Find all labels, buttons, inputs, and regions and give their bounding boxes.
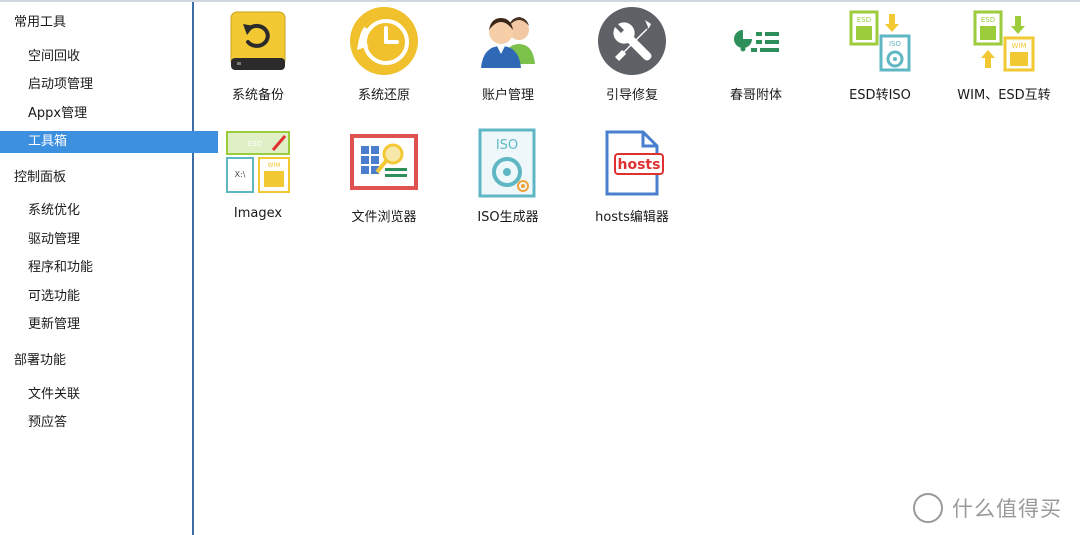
sidebar-item-pre-answer[interactable]: 预应答 [0, 412, 218, 434]
icon-wim-text: WIM [1011, 42, 1026, 50]
tool-hosts-editor[interactable]: hosts hosts编辑器 [568, 126, 696, 236]
icon-iso-text: ISO [889, 40, 902, 48]
tool-label: 账户管理 [481, 88, 534, 103]
file-browser-icon [349, 128, 419, 198]
sidebar-item-system-optimize[interactable]: 系统优化 [0, 200, 218, 222]
sidebar-item-driver-manager[interactable]: 驱动管理 [0, 229, 218, 251]
sidebar-group-common-tools[interactable]: 常用工具 [0, 12, 204, 34]
users-icon [473, 6, 543, 76]
tool-label: 春哥附体 [729, 88, 782, 103]
sidebar-item-programs-features[interactable]: 程序和功能 [0, 257, 218, 279]
sidebar-nav: 常用工具 空间回收 启动项管理 Appx管理 工具箱 控制面板 系统优化 驱动管… [0, 2, 218, 535]
sidebar-item-space-recycle[interactable]: 空间回收 [0, 46, 218, 68]
sidebar-item-update-manager[interactable]: 更新管理 [0, 314, 218, 336]
tool-label: hosts编辑器 [595, 210, 669, 225]
tool-wim-esd-convert[interactable]: ESD WIM WIM、ESD互转 [940, 4, 1068, 114]
hosts-editor-icon: hosts [597, 128, 667, 198]
toggle-list-icon [721, 6, 791, 76]
tool-label: 引导修复 [605, 88, 658, 103]
tool-iso-generator[interactable]: ISO ISO生成器 [444, 126, 572, 236]
sidebar-group-control-panel[interactable]: 控制面板 [0, 167, 204, 189]
sidebar-item-startup-manager[interactable]: 启动项管理 [0, 74, 218, 96]
tool-label: 系统备份 [231, 88, 284, 103]
clock-restore-icon [349, 6, 419, 76]
watermark: 什么值得买 [912, 490, 1062, 526]
watermark-text: 什么值得买 [952, 497, 1062, 521]
tool-label: ESD转ISO [849, 88, 911, 103]
tool-system-backup[interactable]: 系统备份 [194, 4, 322, 114]
icon-drive-text: X:\ [235, 170, 246, 179]
tool-label: 文件浏览器 [351, 210, 417, 225]
tool-account-manager[interactable]: 账户管理 [444, 4, 572, 114]
icon-wim-text: WIM [268, 162, 281, 169]
iso-generator-icon: ISO [473, 128, 543, 198]
esd-to-iso-icon: ESD ISO [845, 6, 915, 76]
tool-file-browser[interactable]: 文件浏览器 [320, 126, 448, 236]
sidebar-item-appx-manager[interactable]: Appx管理 [0, 103, 218, 125]
sidebar-item-file-association[interactable]: 文件关联 [0, 384, 218, 406]
tool-label: ISO生成器 [477, 210, 539, 225]
sidebar-item-toolbox[interactable]: 工具箱 [0, 131, 218, 153]
watermark-logo-icon [913, 493, 943, 523]
drive-backup-icon [223, 6, 293, 76]
tool-label: Imagex [233, 206, 283, 221]
toolbox-panel: 系统备份 系统还原 账户管理 引导修复 春哥附体 ESD ISO ESD转ISO… [194, 2, 1080, 535]
wim-esd-convert-icon: ESD WIM [969, 6, 1039, 76]
tool-system-restore[interactable]: 系统还原 [320, 4, 448, 114]
tool-esd-to-iso[interactable]: ESD ISO ESD转ISO [816, 4, 944, 114]
wrench-screwdriver-icon [597, 6, 667, 76]
tool-boot-repair[interactable]: 引导修复 [568, 4, 696, 114]
tool-imagex[interactable]: ESD X:\ WIM Imagex [194, 126, 322, 236]
tool-label: WIM、ESD互转 [957, 88, 1051, 103]
icon-hosts-text: hosts [618, 157, 661, 173]
icon-esd-text: ESD [857, 16, 871, 24]
sidebar-item-optional-features[interactable]: 可选功能 [0, 286, 218, 308]
icon-iso-text: ISO [496, 138, 518, 153]
sidebar-group-deploy[interactable]: 部署功能 [0, 350, 204, 372]
imagex-icon: ESD X:\ WIM [223, 128, 293, 198]
icon-esd-text: ESD [248, 140, 262, 148]
tool-chunge-fuzi[interactable]: 春哥附体 [692, 4, 820, 114]
tool-label: 系统还原 [357, 88, 410, 103]
icon-esd-text: ESD [981, 16, 995, 24]
